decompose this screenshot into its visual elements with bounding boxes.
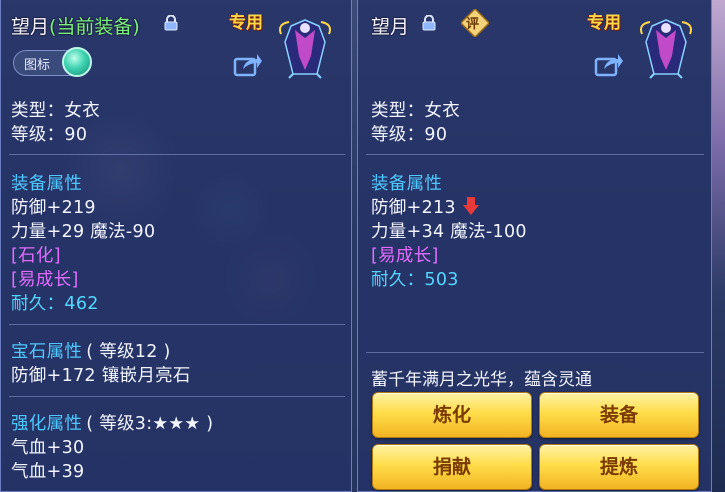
trait-petrify: [石化] — [11, 246, 61, 266]
trait-easy-growth: [易成长] — [11, 270, 79, 290]
exclusive-label: 专用 — [229, 13, 263, 33]
durability: 耐久：462 — [11, 290, 99, 315]
equip-button[interactable]: 装备 — [539, 392, 699, 438]
durability-label: 耐久： — [11, 294, 65, 314]
rating-badge-label: 评 — [466, 17, 480, 32]
defense-stat: 防御+219 — [11, 198, 96, 218]
item-type: 类型：女衣 — [371, 101, 460, 121]
enhance-level: ( 等级3:★★★ ) — [86, 414, 214, 434]
divider — [9, 324, 345, 325]
item-type: 类型：女衣 — [11, 101, 100, 121]
current-equipment-panel: 望月(当前装备) 专用 图标 类型：女衣 等级：90 装备属性 防御+219 力… — [0, 0, 352, 492]
trait-easy-growth: [易成长] — [371, 246, 439, 266]
power-magic-stat: 力量+29 魔法-90 — [11, 222, 156, 242]
item-title: 望月(当前装备) — [11, 12, 140, 39]
icon-toggle-label: 图标 — [24, 58, 51, 73]
equip-attr-header: 装备属性 — [371, 174, 443, 194]
divider — [9, 396, 345, 397]
right-edge-scenery — [712, 0, 725, 492]
red-down-arrow-icon — [462, 197, 479, 215]
equip-attr-header: 装备属性 — [11, 174, 83, 194]
refine-button[interactable]: 炼化 — [372, 392, 532, 438]
divider — [9, 154, 345, 155]
enhance-attr-header: 强化属性 — [11, 414, 83, 434]
extract-button[interactable]: 提炼 — [539, 444, 699, 490]
enhance-attr: 强化属性( 等级3:★★★ ) — [11, 410, 213, 435]
divider — [366, 154, 704, 155]
gem-effect: 防御+172 镶嵌月亮石 — [11, 366, 191, 386]
durability-label: 耐久： — [371, 270, 425, 290]
donate-button[interactable]: 捐献 — [372, 444, 532, 490]
robe-portrait-icon[interactable] — [275, 16, 335, 80]
toggle-knob[interactable] — [62, 47, 92, 77]
gem-attr-header: 宝石属性 — [11, 342, 83, 362]
power-magic-stat: 力量+34 魔法-100 — [371, 222, 527, 242]
item-level: 等级：90 — [11, 125, 88, 145]
icon-toggle[interactable]: 图标 — [13, 47, 92, 77]
share-icon[interactable] — [233, 51, 263, 77]
lock-icon — [422, 15, 436, 31]
lock-icon — [164, 15, 178, 31]
durability-value: 503 — [424, 270, 459, 290]
current-equipped-tag: (当前装备) — [49, 16, 140, 38]
gem-level: ( 等级12 ) — [86, 342, 171, 362]
share-icon[interactable] — [594, 51, 624, 77]
item-description: 蓄千年满月之光华，蕴含灵通 — [371, 370, 592, 390]
gem-attr: 宝石属性( 等级12 ) — [11, 338, 171, 363]
divider — [366, 352, 704, 353]
defense-value: 防御+213 — [371, 198, 456, 218]
exclusive-label: 专用 — [587, 13, 621, 33]
defense-stat: 防御+213 — [371, 194, 480, 219]
item-level: 等级：90 — [371, 125, 448, 145]
item-name: 望月 — [11, 16, 50, 38]
durability: 耐久：503 — [371, 266, 459, 291]
item-name: 望月 — [371, 16, 410, 38]
durability-value: 462 — [64, 294, 99, 314]
robe-portrait-icon[interactable] — [636, 16, 696, 80]
hp-bonus-1: 气血+30 — [11, 438, 85, 458]
hp-bonus-2: 气血+39 — [11, 462, 85, 482]
